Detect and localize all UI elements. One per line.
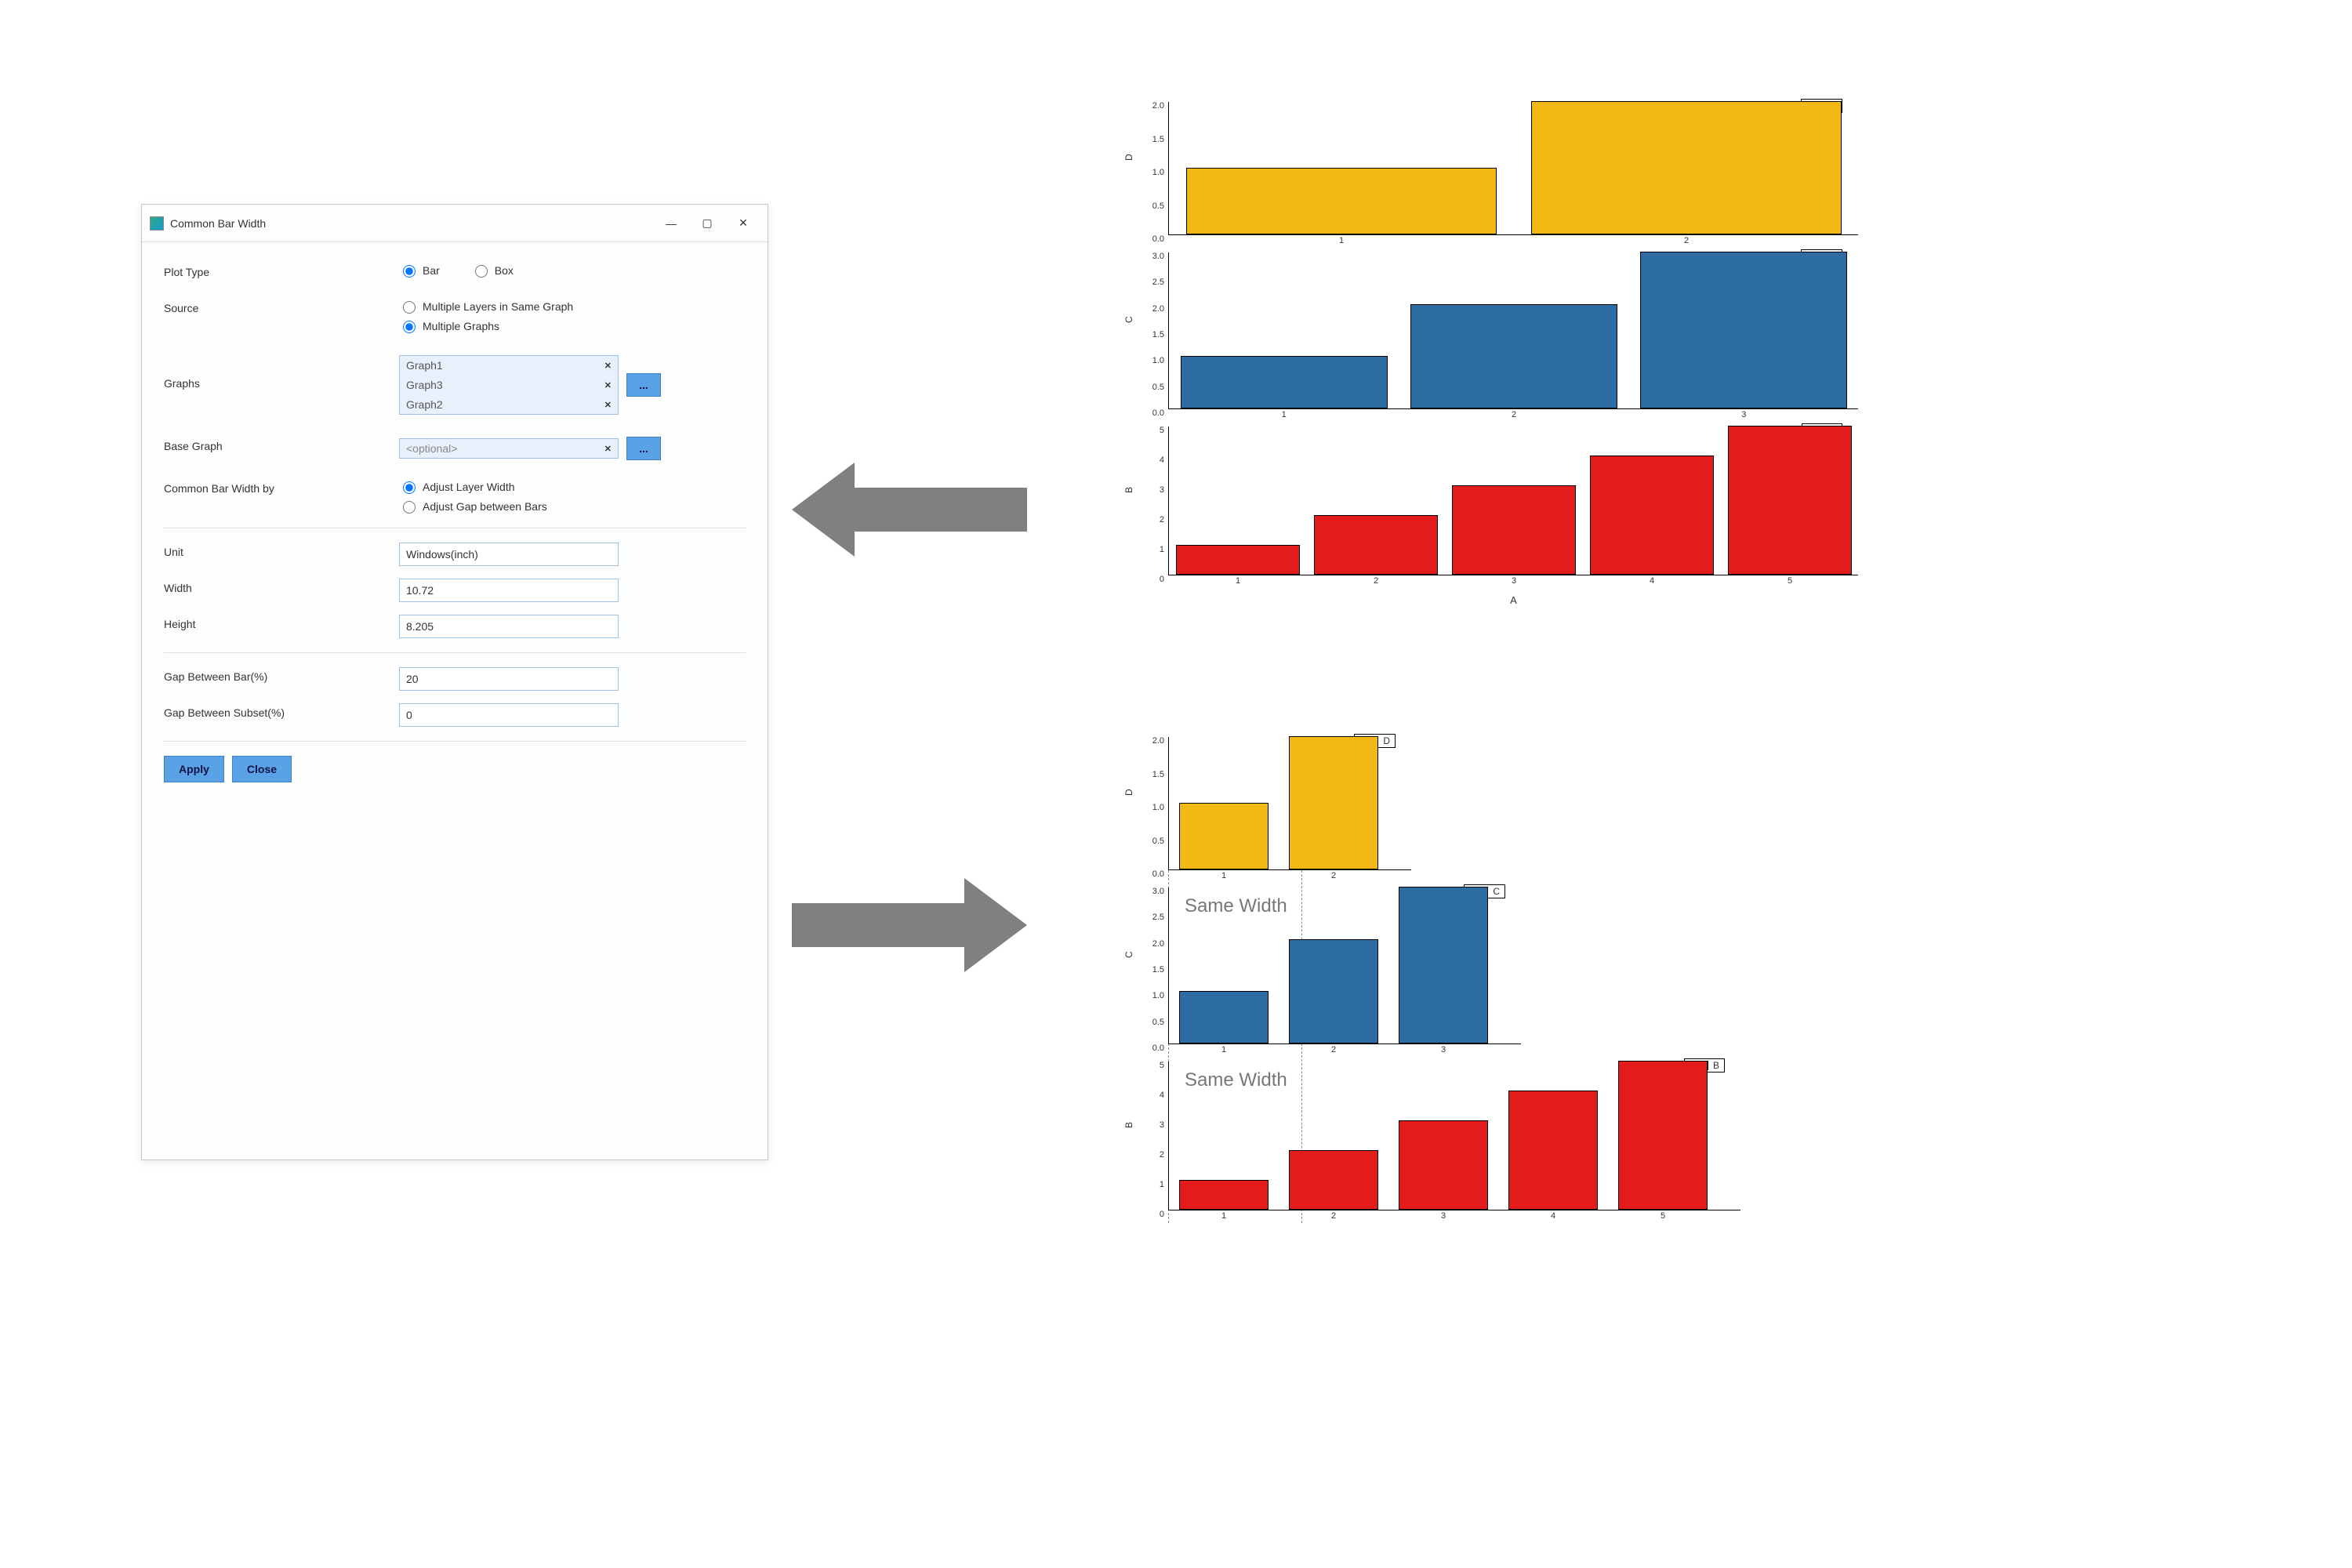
- bar: [1728, 426, 1852, 575]
- clear-base-graph-icon[interactable]: ✕: [604, 444, 612, 454]
- gap-subset-field[interactable]: [399, 703, 619, 727]
- bar: [1289, 736, 1379, 869]
- graphs-list[interactable]: Graph1 ✕ Graph3 ✕ Graph2 ✕: [399, 355, 619, 415]
- charts-before: DD0.00.51.01.52.012 CC0.00.51.01.52.02.53…: [1121, 102, 1866, 593]
- same-width-annotation: Same Width: [1185, 1069, 1287, 1091]
- bar-chart-c: CC0.00.51.01.52.02.53.0123Same Width: [1168, 887, 1521, 1044]
- arrow-left-icon: [792, 463, 1027, 557]
- close-button[interactable]: Close: [232, 756, 292, 782]
- bar: [1590, 456, 1714, 575]
- gap-subset-label: Gap Between Subset(%): [164, 703, 399, 719]
- source-same-graph-radio[interactable]: Multiple Layers in Same Graph: [399, 299, 746, 314]
- graph-chip[interactable]: Graph1 ✕: [400, 356, 618, 376]
- unit-label: Unit: [164, 543, 399, 558]
- adjust-gap-radio[interactable]: Adjust Gap between Bars: [399, 499, 746, 514]
- arrow-right-icon: [792, 878, 1027, 972]
- bar: [1176, 545, 1300, 575]
- titlebar: Common Bar Width — ▢ ✕: [142, 205, 768, 242]
- height-label: Height: [164, 615, 399, 630]
- gap-bar-label: Gap Between Bar(%): [164, 667, 399, 683]
- source-multiple-graphs-radio[interactable]: Multiple Graphs: [399, 318, 746, 333]
- common-by-label: Common Bar Width by: [164, 479, 399, 495]
- width-field[interactable]: [399, 579, 619, 602]
- bar: [1181, 356, 1388, 408]
- plot-type-label: Plot Type: [164, 263, 399, 278]
- graphs-label: Graphs: [164, 355, 399, 390]
- bar-chart-d: DD0.00.51.01.52.012: [1168, 102, 1858, 235]
- graph-chip[interactable]: Graph2 ✕: [400, 395, 618, 414]
- bar: [1399, 1120, 1489, 1210]
- bar: [1186, 168, 1497, 234]
- plot-type-bar-radio[interactable]: Bar: [399, 263, 440, 278]
- charts-after: DD0.00.51.01.52.012 CC0.00.51.01.52.02.53…: [1121, 737, 1866, 1228]
- app-icon: [150, 216, 164, 230]
- minimize-button[interactable]: —: [653, 211, 689, 236]
- bar: [1289, 1150, 1379, 1210]
- source-label: Source: [164, 299, 399, 314]
- apply-button[interactable]: Apply: [164, 756, 224, 782]
- bar: [1531, 101, 1842, 234]
- bar: [1508, 1091, 1599, 1210]
- remove-graph-icon[interactable]: ✕: [604, 361, 612, 371]
- bar: [1452, 485, 1576, 575]
- maximize-button[interactable]: ▢: [689, 211, 725, 236]
- bar: [1179, 803, 1269, 869]
- bar: [1640, 252, 1847, 408]
- browse-graphs-button[interactable]: ...: [626, 373, 661, 397]
- browse-base-graph-button[interactable]: ...: [626, 437, 661, 460]
- width-label: Width: [164, 579, 399, 594]
- dialog-title: Common Bar Width: [170, 217, 653, 230]
- bar: [1179, 1180, 1269, 1210]
- base-graph-label: Base Graph: [164, 437, 399, 452]
- remove-graph-icon[interactable]: ✕: [604, 400, 612, 410]
- bar: [1410, 304, 1617, 408]
- bar-chart-c: CC0.00.51.01.52.02.53.0123: [1168, 252, 1858, 409]
- bar: [1179, 991, 1269, 1044]
- common-bar-width-dialog: Common Bar Width — ▢ ✕ Plot Type Bar Box: [141, 204, 768, 1160]
- bar: [1314, 515, 1438, 575]
- graph-chip[interactable]: Graph3 ✕: [400, 376, 618, 395]
- same-width-annotation: Same Width: [1185, 895, 1287, 917]
- bar-chart-b: BB01234512345Same Width: [1168, 1062, 1740, 1210]
- height-field[interactable]: [399, 615, 619, 638]
- plot-type-box-radio[interactable]: Box: [471, 263, 514, 278]
- remove-graph-icon[interactable]: ✕: [604, 380, 612, 390]
- bar: [1289, 939, 1379, 1044]
- bar: [1399, 887, 1489, 1044]
- base-graph-field[interactable]: <optional> ✕: [399, 438, 619, 459]
- unit-field[interactable]: [399, 543, 619, 566]
- bar-chart-d: DD0.00.51.01.52.012: [1168, 737, 1411, 870]
- close-window-button[interactable]: ✕: [725, 211, 761, 236]
- adjust-layer-width-radio[interactable]: Adjust Layer Width: [399, 479, 746, 494]
- bar: [1618, 1061, 1708, 1210]
- bar-chart-b: BB01234512345A: [1168, 426, 1858, 575]
- gap-bar-field[interactable]: [399, 667, 619, 691]
- x-axis-label: A: [1510, 594, 1517, 606]
